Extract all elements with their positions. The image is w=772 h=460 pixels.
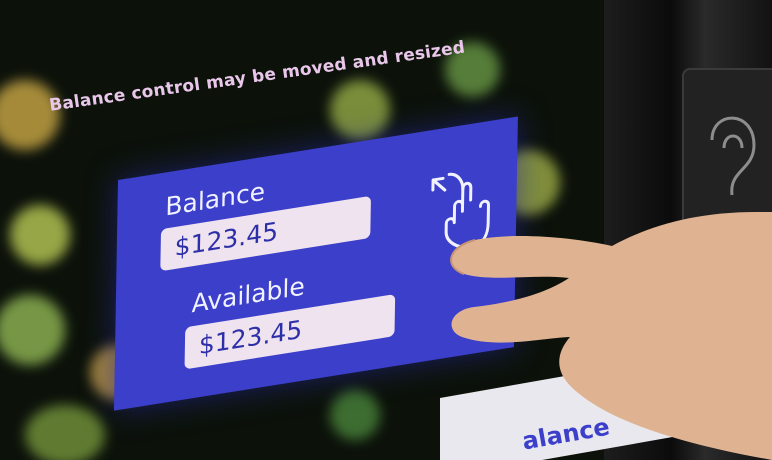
balance-label: Balance [165, 176, 266, 222]
photo-scene: alance Balance control may be moved and … [0, 0, 772, 460]
hint-text: Balance control may be moved and resized [48, 37, 467, 116]
hand-image [450, 212, 772, 460]
